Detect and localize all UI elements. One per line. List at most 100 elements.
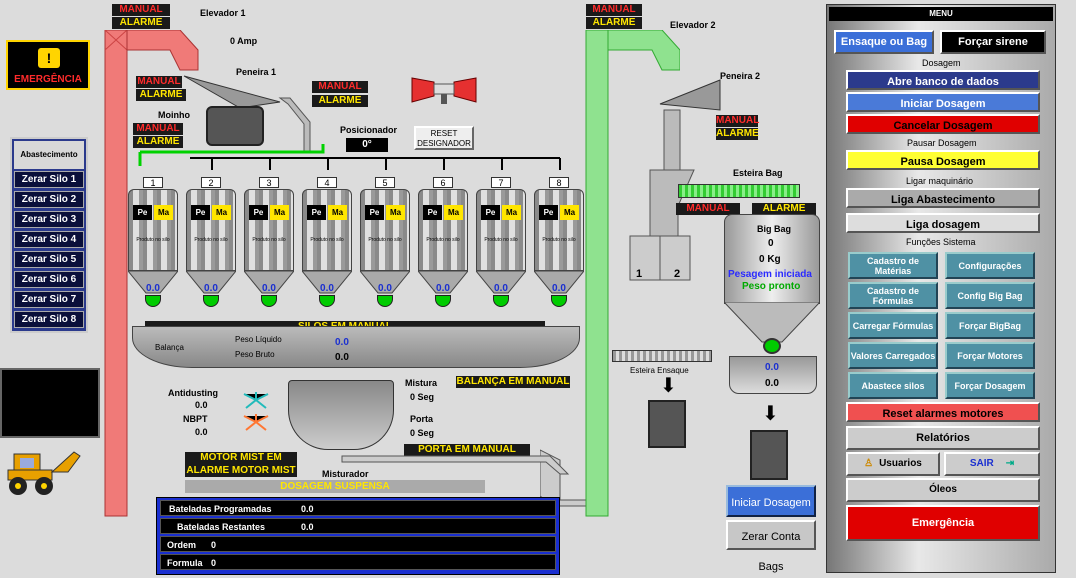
cancelar-dosagem-button[interactable]: Cancelar Dosagem [846,114,1040,134]
peneira-2-manual: MANUAL [716,115,760,127]
silo-valve-icon [319,295,335,307]
silo-pe-indicator: Pe [307,205,326,220]
esteira-ensaque-conveyor [612,350,712,362]
batelada-row: Ordem 0 [160,536,556,552]
peneira-1-alarm: ALARME [312,95,368,107]
emergency-button[interactable]: ! EMERGÊNCIA [6,40,90,90]
zerar-silo-3-button[interactable]: Zerar Silo 3 [14,211,84,228]
zerar-silo-7-button[interactable]: Zerar Silo 7 [14,291,84,308]
batelada-row: Bateladas Programadas 0.0 [160,500,556,516]
elevator-2-title: Elevador 2 [670,20,716,30]
usuarios-button[interactable]: ♙ Usuarios [846,452,940,476]
posicionador-title: Posicionador [340,125,398,135]
menu-grid-button[interactable]: Configurações [945,252,1035,279]
silo-pe-indicator: Pe [191,205,210,220]
menu-grid-button[interactable]: Carregar Fórmulas [848,312,938,339]
warning-icon: ! [38,48,60,68]
zerar-silo-1-button[interactable]: Zerar Silo 1 [14,171,84,188]
silo-4: 4PeMaProduto no silo0.00.0 [302,175,352,310]
silo-7: 7PeMaProduto no silo0.00.0 [476,175,526,310]
silo-valve-icon [203,295,219,307]
silo-value-2: 0.0 [262,283,276,294]
zerar-silo-5-button[interactable]: Zerar Silo 5 [14,251,84,268]
antidusting-label: Antidusting [168,388,218,398]
silo-pe-indicator: Pe [423,205,442,220]
camera-screen [0,368,100,438]
bigbag-status-2: Peso pronto [742,281,801,292]
moinho-manual: MANUAL [136,76,182,88]
silo-product-label: Produto no silo [194,237,228,243]
silo-product-label: Produto no silo [136,237,170,243]
silo-value-2: 0.0 [494,283,508,294]
silo-value-2: 0.0 [146,283,160,294]
moinho-manual-2: MANUAL [133,123,183,135]
silo-number: 2 [201,177,221,188]
peso-bruto-value: 0.0 [335,352,349,363]
menu-grid-button[interactable]: Valores Carregados [848,342,938,369]
pausa-dosagem-button[interactable]: Pausa Dosagem [846,150,1040,170]
silo-1: 1PeMaProduto no silo0.00.0 [128,175,178,310]
moinho-alarm: ALARME [136,89,186,101]
batelada-row: Formula 0 [160,554,556,570]
iniciar-dosagem-bottom-button[interactable]: Iniciar Dosagem [726,485,816,517]
silo-body [186,189,236,271]
menu-title: MENU [829,7,1053,21]
emergencia-menu-button[interactable]: Emergência [846,505,1040,541]
forcar-sirene-button[interactable]: Forçar sirene [940,30,1046,54]
silo-body [244,189,294,271]
silo-valve-icon [493,295,509,307]
menu-grid-button[interactable]: Abastece silos [848,372,938,399]
pausar-heading: Pausar Dosagem [907,138,977,148]
silo-body [302,189,352,271]
elevator-1-title: Elevador 1 [200,8,246,18]
relatorios-button[interactable]: Relatórios [846,426,1040,450]
menu-grid-button[interactable]: Cadastro de Matérias [848,252,938,279]
distribution-line [138,144,561,170]
liga-abastecimento-button[interactable]: Liga Abastecimento [846,188,1040,208]
silo-ma-indicator: Ma [154,205,173,220]
menu-grid-button[interactable]: Forçar Motores [945,342,1035,369]
silo-product-label: Produto no silo [484,237,518,243]
menu-grid-button[interactable]: Forçar Dosagem [945,372,1035,399]
menu-grid-button[interactable]: Cadastro de Fórmulas [848,282,938,309]
menu-grid-button[interactable]: Config Big Bag [945,282,1035,309]
zerar-conta-bags-button[interactable]: Zerar Conta Bags [726,520,816,573]
antidusting-value: 0.0 [195,400,208,410]
liga-dosagem-button[interactable]: Liga dosagem [846,213,1040,233]
zerar-silo-8-button[interactable]: Zerar Silo 8 [14,311,84,328]
silo-product-label: Produto no silo [310,237,344,243]
zerar-conta-bags-label: Zerar Conta Bags [741,531,801,573]
menu-grid-button[interactable]: Forçar BigBag [945,312,1035,339]
bigbag-value-2: 0.0 [765,378,779,389]
bigbag-status-1: Pesagem iniciada [728,269,812,280]
iniciar-dosagem-button[interactable]: Iniciar Dosagem [846,92,1040,112]
silo-product-label: Produto no silo [252,237,286,243]
sair-button[interactable]: SAIR ⇥ [944,452,1040,476]
silo-ma-indicator: Ma [328,205,347,220]
oleos-button[interactable]: Óleos [846,478,1040,502]
arrow-down-icon-2: ⬇ [762,403,779,425]
loader-icon [4,440,84,500]
silo-2: 2PeMaProduto no silo0.00.0 [186,175,236,310]
elevator-1-alarm: ALARME [112,17,170,29]
silo-ma-indicator: Ma [212,205,231,220]
iniciar-dosagem-bottom-label: Iniciar Dosagem [731,497,811,509]
silo-number: 3 [259,177,279,188]
batelada-value: 0.0 [301,522,314,532]
ensaque-bag-button[interactable]: Ensaque ou Bag [834,30,934,54]
silo-pe-indicator: Pe [133,205,152,220]
zerar-silo-4-button[interactable]: Zerar Silo 4 [14,231,84,248]
silo-product-label: Produto no silo [426,237,460,243]
porta-label: Porta [410,414,434,424]
silo-value-2: 0.0 [378,283,392,294]
zerar-silo-2-button[interactable]: Zerar Silo 2 [14,191,84,208]
dosagem-heading: Dosagem [922,58,961,68]
reset-alarmes-button[interactable]: Reset alarmes motores [846,402,1040,422]
zerar-silo-6-button[interactable]: Zerar Silo 6 [14,271,84,288]
silo-value-2: 0.0 [204,283,218,294]
mistura-value: 0 Seg [410,392,435,402]
batelada-value: 0 [211,558,217,568]
abre-banco-button[interactable]: Abre banco de dados [846,70,1040,90]
mixer-graphic [288,380,394,450]
exit-door-icon: ⇥ [1005,458,1015,469]
